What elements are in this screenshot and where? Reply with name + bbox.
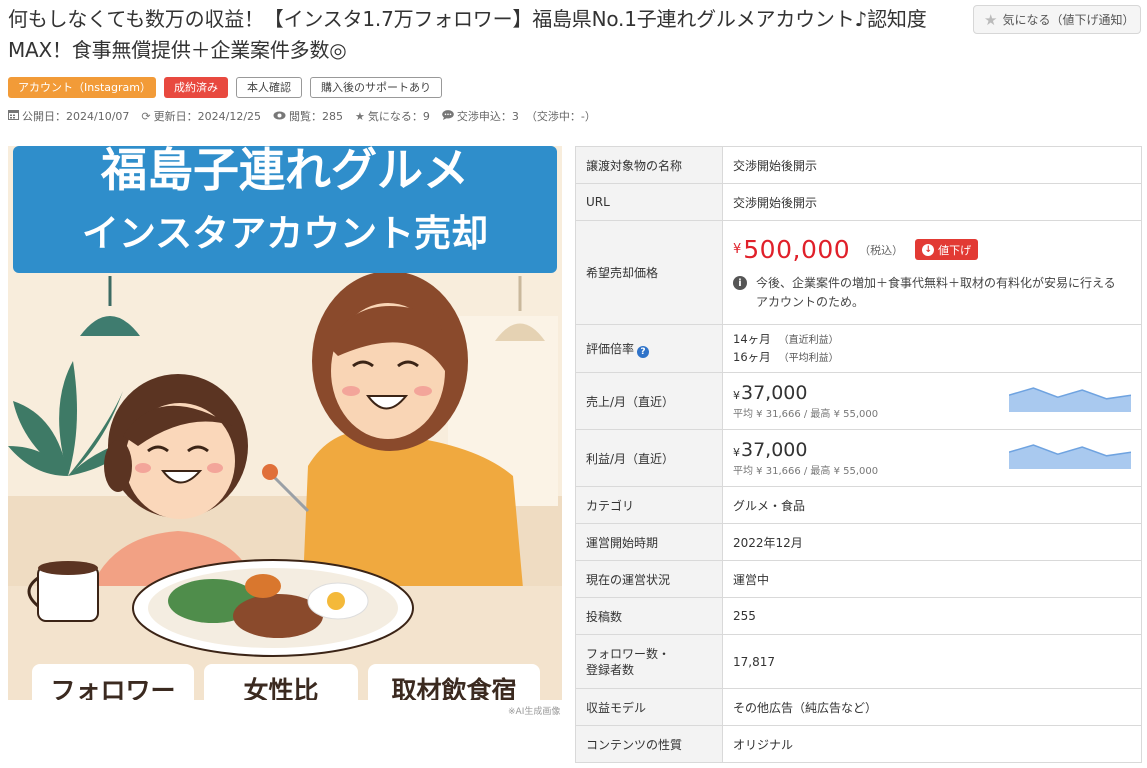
spec-value: 交渉開始後開示 xyxy=(722,146,1142,184)
price-line: ¥ 500,000 （税込） ↓ 値下げ xyxy=(733,235,1141,264)
spec-key: 評価倍率? xyxy=(575,324,723,373)
hero-headline-1: 福島子連れグルメ xyxy=(100,146,469,197)
spec-key: 投稿数 xyxy=(575,597,723,635)
favorite-button[interactable]: ★ 気になる（値下げ通知） xyxy=(973,5,1141,34)
profit-sparkline xyxy=(1009,444,1131,469)
spec-key: 利益/月（直近） xyxy=(575,429,723,487)
spec-row-sales: 売上/月（直近） ¥37,000 平均 ¥ 31,666 / 最高 ¥ 55,0… xyxy=(575,372,1142,430)
spec-key: 収益モデル xyxy=(575,688,723,726)
asking-price: 500,000 xyxy=(743,235,851,264)
price-drop-badge: ↓ 値下げ xyxy=(915,239,979,260)
spec-row-start: 運営開始時期 2022年12月 xyxy=(575,523,1142,561)
tax-label: （税込） xyxy=(859,243,904,257)
spec-key: URL xyxy=(575,183,723,221)
spec-value: その他広告（純広告など） xyxy=(722,688,1142,726)
published-date: 公開日：2024/10/07 xyxy=(8,108,129,124)
hero-card-coverage: 取材飲食宿 xyxy=(391,676,516,700)
spec-key: 譲渡対象物の名称 xyxy=(575,146,723,184)
spec-row-target-name: 譲渡対象物の名称 交渉開始後開示 xyxy=(575,146,1142,184)
spec-row-price: 希望売却価格 ¥ 500,000 （税込） ↓ 値下げ i 今後、企業案件の増加… xyxy=(575,220,1142,325)
sparkline-area xyxy=(1009,445,1131,469)
currency-symbol: ¥ xyxy=(733,242,742,257)
spec-key: 売上/月（直近） xyxy=(575,372,723,430)
sparkline-area xyxy=(1009,388,1131,412)
listing-image[interactable]: 福島子連れグルメ インスタアカウント売却 フォロワー 女性比 取材飲食宿 xyxy=(8,146,562,700)
updated-date: ⟳ 更新日：2024/12/25 xyxy=(141,109,262,124)
spec-value: オリジナル xyxy=(722,725,1142,763)
spec-value: 255 xyxy=(722,597,1142,635)
tag-list: アカウント（Instagram） 成約済み 本人確認 購入後のサポートあり xyxy=(8,77,442,98)
info-icon: i xyxy=(733,276,747,290)
spec-key: コンテンツの性質 xyxy=(575,725,723,763)
spec-row-posts: 投稿数 255 xyxy=(575,597,1142,635)
spec-value: 運営中 xyxy=(722,560,1142,598)
spec-row-status: 現在の運営状況 運営中 xyxy=(575,560,1142,598)
spec-row-followers: フォロワー数・ 登録者数 17,817 xyxy=(575,634,1142,689)
ai-image-note: ※AI生成画像 xyxy=(508,707,561,717)
calendar-icon xyxy=(8,109,19,123)
spec-row-profit: 利益/月（直近） ¥37,000 平均 ¥ 31,666 / 最高 ¥ 55,0… xyxy=(575,429,1142,487)
verified-tag: 本人確認 xyxy=(236,77,302,98)
price-note: i 今後、企業案件の増加＋食事代無料＋取材の有料化が安易に行えるアカウントのため… xyxy=(733,274,1141,312)
chat-bubble-icon xyxy=(442,109,454,123)
spec-row-category: カテゴリ グルメ・食品 xyxy=(575,486,1142,524)
arrow-down-circle-icon: ↓ xyxy=(922,243,935,256)
spec-row-content: コンテンツの性質 オリジナル xyxy=(575,725,1142,763)
refresh-icon: ⟳ xyxy=(141,109,151,123)
status-badge: 成約済み xyxy=(164,77,228,98)
negotiation-count: 交渉申込：3 （交渉中：-） xyxy=(442,108,596,124)
hero-card-female-ratio: 女性比 xyxy=(243,676,318,700)
spec-value: 17,817 xyxy=(722,634,1142,689)
spec-key: 希望売却価格 xyxy=(575,220,723,325)
category-tag[interactable]: アカウント（Instagram） xyxy=(8,77,156,98)
sales-sparkline xyxy=(1009,387,1131,412)
spec-value: グルメ・食品 xyxy=(722,486,1142,524)
listing-title: 何もしなくても数万の収益！【インスタ1.7万フォロワー】福島県No.1子連れグル… xyxy=(8,7,927,62)
listing-meta: 公開日：2024/10/07 ⟳ 更新日：2024/12/25 閲覧：285 ★… xyxy=(8,108,596,124)
help-icon[interactable]: ? xyxy=(637,345,650,358)
favorite-count: ★ 気になる：9 xyxy=(355,109,430,124)
spec-key: カテゴリ xyxy=(575,486,723,524)
star-icon: ★ xyxy=(984,10,998,29)
spec-key: フォロワー数・ 登録者数 xyxy=(575,634,723,689)
multiple-average: 16ヶ月 （平均利益） xyxy=(733,349,839,364)
spec-row-multiple: 評価倍率? 14ヶ月 （直近利益） 16ヶ月 （平均利益） xyxy=(575,324,1142,373)
spec-row-revenue-model: 収益モデル その他広告（純広告など） xyxy=(575,688,1142,726)
spec-key: 現在の運営状況 xyxy=(575,560,723,598)
listing-spec-table: 譲渡対象物の名称 交渉開始後開示 URL 交渉開始後開示 希望売却価格 ¥ 50… xyxy=(575,146,1142,763)
star-icon: ★ xyxy=(355,109,365,123)
spec-value: 2022年12月 xyxy=(722,523,1142,561)
spec-row-url: URL 交渉開始後開示 xyxy=(575,183,1142,221)
eye-icon xyxy=(273,110,286,123)
multiple-recent: 14ヶ月 （直近利益） xyxy=(733,331,839,346)
hero-card-followers: フォロワー xyxy=(50,676,175,700)
spec-value: 交渉開始後開示 xyxy=(722,183,1142,221)
spec-key: 運営開始時期 xyxy=(575,523,723,561)
view-count: 閲覧：285 xyxy=(273,108,343,124)
in-negotiation: （交渉中：-） xyxy=(525,110,596,123)
favorite-button-label: 気になる（値下げ通知） xyxy=(1002,13,1135,27)
support-tag: 購入後のサポートあり xyxy=(310,77,442,98)
hero-headline-2: インスタアカウント売却 xyxy=(82,212,488,255)
